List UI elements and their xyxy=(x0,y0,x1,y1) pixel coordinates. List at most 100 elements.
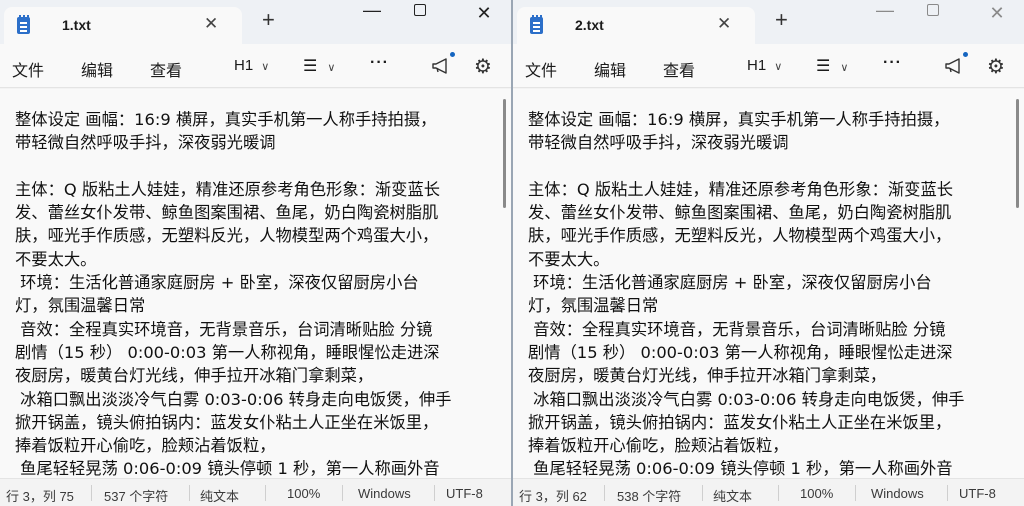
more-options-button[interactable]: ··· xyxy=(883,54,902,72)
close-tab-icon[interactable]: ✕ xyxy=(717,14,731,34)
status-divider xyxy=(91,485,92,501)
close-tab-icon[interactable]: ✕ xyxy=(204,14,218,34)
text-line: 发、蕾丝女仆发带、鲸鱼图案围裙、鱼尾，奶白陶瓷树脂肌 xyxy=(528,203,952,223)
line-ending: Windows xyxy=(871,486,924,501)
notepad-icon xyxy=(530,15,543,34)
text-line xyxy=(15,155,493,178)
close-window-button[interactable]: ✕ xyxy=(987,3,1007,24)
text-line: 音效：全程真实环境音，无背景音乐，台词清晰贴脸 分镜 xyxy=(15,319,433,339)
heading-dropdown[interactable]: H1 ∨ xyxy=(234,57,269,74)
chevron-down-icon: ∨ xyxy=(774,61,783,73)
list-format-dropdown[interactable]: ☰ ∨ xyxy=(303,56,335,76)
text-line: 剧情（15 秒） 0:00-0:03 第一人称视角，睡眼惺忪走进深 xyxy=(15,342,440,362)
text-line: 整体设定 画幅：16:9 横屏，真实手机第一人称手持拍摄， xyxy=(15,110,437,129)
status-divider xyxy=(265,485,266,501)
status-bar: 行 3，列 62 538 个字符 纯文本 100% Windows UTF-8 xyxy=(513,478,1024,506)
text-line: 带轻微自然呼吸手抖，深夜弱光暖调 xyxy=(528,133,789,153)
text-line: 鱼尾轻轻晃荡 0:06-0:09 镜头停顿 1 秒，第一人称画外音 xyxy=(15,459,440,478)
text-line: 捧着饭粒开心偷吃，脸颊沾着饭粒， xyxy=(15,436,276,456)
text-format: 纯文本 xyxy=(200,489,240,504)
megaphone-icon[interactable] xyxy=(945,58,963,74)
encoding: UTF-8 xyxy=(446,486,483,501)
gear-icon[interactable]: ⚙ xyxy=(987,54,1005,79)
tab-1-txt[interactable]: 1.txt ✕ xyxy=(4,7,242,44)
text-line: 掀开锅盖，镜头俯拍锅内：蓝发女仆粘土人正坐在米饭里， xyxy=(528,412,952,432)
title-bar: 1.txt ✕ + — ✕ xyxy=(0,0,511,44)
menu-edit[interactable]: 编辑 xyxy=(81,57,113,81)
chevron-down-icon: ∨ xyxy=(840,62,849,74)
heading-label: H1 xyxy=(747,57,767,74)
text-editor[interactable]: 整体设定 画幅：16:9 横屏，真实手机第一人称手持拍摄， 带轻微自然呼吸手抖，… xyxy=(513,89,1024,478)
tab-title: 2.txt xyxy=(575,17,604,33)
status-divider xyxy=(778,485,779,501)
status-bar: 行 3，列 75 537 个字符 纯文本 100% Windows UTF-8 xyxy=(0,478,511,506)
menu-file[interactable]: 文件 xyxy=(525,57,557,81)
maximize-button[interactable] xyxy=(414,4,426,16)
notepad-window-right: 2.txt ✕ + — ✕ 文件 编辑 查看 H1 ∨ ☰ ∨ ··· ⚙ 整体设定… xyxy=(513,0,1024,506)
text-line: 夜厨房，暖黄台灯光线，伸手拉开冰箱门拿剩菜， xyxy=(528,366,887,386)
text-line: 环境：生活化普通家庭厨房 + 卧室，深夜仅留厨房小台 xyxy=(528,273,932,293)
menu-edit[interactable]: 编辑 xyxy=(594,57,626,81)
megaphone-icon[interactable] xyxy=(432,58,450,74)
text-line: 捧着饭粒开心偷吃，脸颊沾着饭粒， xyxy=(528,436,789,456)
text-line: 灯，氛围温馨日常 xyxy=(528,296,659,316)
menu-bar: 文件 编辑 查看 H1 ∨ ☰ ∨ ··· ⚙ xyxy=(513,44,1024,88)
text-line: 不要太大。 xyxy=(15,249,97,269)
status-divider xyxy=(947,485,948,501)
heading-dropdown[interactable]: H1 ∨ xyxy=(747,57,782,74)
chevron-down-icon: ∨ xyxy=(261,61,270,73)
status-divider xyxy=(702,485,703,501)
text-line: 剧情（15 秒） 0:00-0:03 第一人称视角，睡眼惺忪走进深 xyxy=(528,342,953,362)
zoom-level: 100% xyxy=(800,486,834,501)
text-line: 肤，哑光手作质感，无塑料反光，人物模型两个鸡蛋大小， xyxy=(528,226,952,246)
more-options-button[interactable]: ··· xyxy=(370,54,389,72)
menu-view[interactable]: 查看 xyxy=(663,57,695,81)
line-ending: Windows xyxy=(358,486,411,501)
menu-bar: 文件 编辑 查看 H1 ∨ ☰ ∨ ··· ⚙ xyxy=(0,44,511,88)
status-divider xyxy=(342,485,343,501)
menu-view[interactable]: 查看 xyxy=(150,57,182,81)
minimize-button[interactable]: — xyxy=(362,0,382,21)
tab-2-txt[interactable]: 2.txt ✕ xyxy=(517,7,755,44)
zoom-level: 100% xyxy=(287,486,321,501)
text-line: 带轻微自然呼吸手抖，深夜弱光暖调 xyxy=(15,133,276,153)
status-divider xyxy=(855,485,856,501)
text-line: 主体：Q 版粘土人娃娃，精准还原参考角色形象：渐变蓝长 xyxy=(15,179,441,199)
text-line: 灯，氛围温馨日常 xyxy=(15,296,146,316)
notification-dot xyxy=(963,52,968,57)
character-count: 538 个字符 xyxy=(617,489,682,504)
document-text: 整体设定 画幅：16:9 横屏，真实手机第一人称手持拍摄， 带轻微自然呼吸手抖，… xyxy=(528,108,1006,478)
text-line: 肤，哑光手作质感，无塑料反光，人物模型两个鸡蛋大小， xyxy=(15,226,439,246)
text-line: 整体设定 画幅：16:9 横屏，真实手机第一人称手持拍摄， xyxy=(528,110,950,129)
notepad-icon xyxy=(17,15,30,34)
new-tab-button[interactable]: + xyxy=(775,9,788,31)
text-line: 冰箱口飘出淡淡冷气白雾 0:03-0:06 转身走向电饭煲，伸手 xyxy=(15,389,452,409)
gear-icon[interactable]: ⚙ xyxy=(474,54,492,79)
text-editor[interactable]: 整体设定 画幅：16:9 横屏，真实手机第一人称手持拍摄， 带轻微自然呼吸手抖，… xyxy=(0,89,511,478)
new-tab-button[interactable]: + xyxy=(262,9,275,31)
maximize-button[interactable] xyxy=(927,4,939,16)
document-text: 整体设定 画幅：16:9 横屏，真实手机第一人称手持拍摄， 带轻微自然呼吸手抖，… xyxy=(15,108,493,478)
chevron-down-icon: ∨ xyxy=(327,62,336,74)
scrollbar-thumb[interactable] xyxy=(1016,99,1019,208)
list-icon: ☰ xyxy=(303,58,318,75)
text-format: 纯文本 xyxy=(713,489,753,504)
tab-title: 1.txt xyxy=(62,17,91,33)
cursor-position: 行 3，列 75 xyxy=(6,489,74,504)
character-count: 537 个字符 xyxy=(104,489,169,504)
scrollbar-thumb[interactable] xyxy=(503,99,506,208)
text-line: 掀开锅盖，镜头俯拍锅内：蓝发女仆粘土人正坐在米饭里， xyxy=(15,412,439,432)
text-line: 发、蕾丝女仆发带、鲸鱼图案围裙、鱼尾，奶白陶瓷树脂肌 xyxy=(15,203,439,223)
text-line: 夜厨房，暖黄台灯光线，伸手拉开冰箱门拿剩菜， xyxy=(15,366,374,386)
text-line xyxy=(528,155,1006,178)
text-line: 音效：全程真实环境音，无背景音乐，台词清晰贴脸 分镜 xyxy=(528,319,946,339)
close-window-button[interactable]: ✕ xyxy=(474,3,494,24)
menu-file[interactable]: 文件 xyxy=(12,57,44,81)
cursor-position: 行 3，列 62 xyxy=(519,489,587,504)
list-format-dropdown[interactable]: ☰ ∨ xyxy=(816,56,848,76)
text-line: 鱼尾轻轻晃荡 0:06-0:09 镜头停顿 1 秒，第一人称画外音 xyxy=(528,459,953,478)
encoding: UTF-8 xyxy=(959,486,996,501)
title-bar: 2.txt ✕ + — ✕ xyxy=(513,0,1024,44)
text-line: 主体：Q 版粘土人娃娃，精准还原参考角色形象：渐变蓝长 xyxy=(528,179,954,199)
minimize-button[interactable]: — xyxy=(875,0,895,21)
